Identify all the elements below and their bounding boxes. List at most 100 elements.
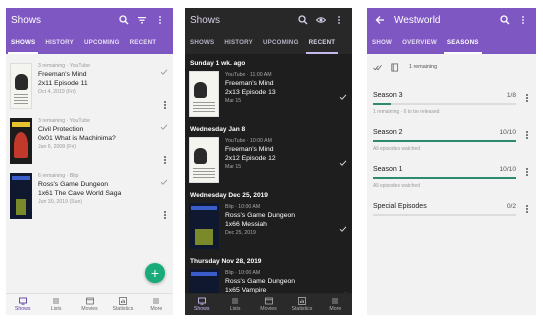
item-menu-icon[interactable] — [526, 131, 529, 139]
list-item[interactable]: YouTube · 11:00 AM Freeman's Mind 2x13 E… — [185, 69, 352, 124]
episode-date: Jan 6, 2008 (Fri) — [38, 144, 77, 150]
check-icon[interactable] — [160, 118, 168, 130]
search-icon[interactable] — [116, 12, 132, 28]
list-item[interactable]: YouTube · 10:00 AM Freeman's Mind 2x12 E… — [185, 135, 352, 190]
show-name: Freeman's Mind — [38, 71, 87, 78]
tab-recent[interactable]: RECENT — [125, 32, 162, 54]
episode-meta: Blip · 10:00 AM — [225, 270, 261, 276]
season-name: Season 1 — [373, 166, 403, 173]
nav-shows[interactable]: Shows — [185, 294, 218, 315]
item-menu-icon[interactable] — [164, 156, 167, 164]
collection-icon[interactable] — [390, 62, 399, 72]
statistics-icon — [298, 297, 306, 305]
nav-label: Shows — [193, 306, 210, 312]
tab-upcoming[interactable]: UPCOMING — [258, 32, 304, 54]
search-icon[interactable] — [295, 12, 311, 28]
tab-history[interactable]: HISTORY — [219, 32, 258, 54]
eye-icon[interactable] — [313, 12, 329, 28]
nav-movies[interactable]: Movies — [252, 294, 285, 315]
tab-seasons[interactable]: SEASONS — [442, 32, 484, 54]
tab-upcoming[interactable]: UPCOMING — [79, 32, 125, 54]
season-row[interactable]: Season 1 10/10 All episodes watched — [367, 154, 536, 191]
item-menu-icon[interactable] — [164, 101, 167, 109]
season-row[interactable]: Season 3 1/8 1 remaining · 6 to be relea… — [367, 80, 536, 117]
check-icon[interactable] — [160, 63, 168, 75]
episode-date: Oct 4, 2019 (Fri) — [38, 89, 76, 95]
menu-icon — [332, 298, 339, 304]
nav-more[interactable]: More — [319, 294, 352, 315]
episode-title: 2x13 Episode 13 — [225, 89, 276, 96]
list-item[interactable]: 6 remaining · Blip Ross's Game Dungeon 1… — [6, 170, 173, 225]
filter-icon[interactable] — [134, 12, 150, 28]
phone-seasons: Westworld SHOW OVERVIEW SEASONS 1 remain… — [367, 8, 536, 315]
search-icon[interactable] — [497, 12, 513, 28]
statistics-icon — [119, 297, 127, 305]
season-count: 10/10 — [499, 166, 516, 173]
recent-list: Sunday 1 wk. ago YouTube · 11:00 AM Free… — [185, 58, 352, 315]
item-menu-icon[interactable] — [526, 168, 529, 176]
tab-recent[interactable]: RECENT — [304, 32, 341, 54]
nav-lists[interactable]: Lists — [39, 294, 72, 315]
season-row[interactable]: Season 2 10/10 All episodes watched — [367, 117, 536, 154]
overflow-menu-icon[interactable] — [515, 12, 531, 28]
nav-label: More — [329, 306, 342, 312]
mark-all-watched-icon[interactable] — [373, 63, 382, 72]
tab-bar: SHOWS HISTORY UPCOMING RECENT — [6, 32, 173, 54]
freemans-mind-poster — [189, 137, 219, 183]
overflow-menu-icon[interactable] — [152, 12, 168, 28]
nav-statistics[interactable]: Statistics — [106, 294, 139, 315]
episode-meta: YouTube · 10:00 AM — [225, 138, 272, 144]
tab-history[interactable]: HISTORY — [40, 32, 79, 54]
nav-shows[interactable]: Shows — [6, 294, 39, 315]
season-progress — [373, 214, 516, 216]
nav-label: Movies — [81, 306, 98, 312]
day-header: Thursday Nov 28, 2019 — [190, 258, 262, 265]
check-icon[interactable] — [339, 220, 347, 232]
list-item[interactable]: 3 remaining · YouTube Freeman's Mind 2x1… — [6, 60, 173, 115]
item-menu-icon[interactable] — [164, 211, 167, 219]
season-progress — [373, 140, 516, 142]
add-show-button[interactable]: + — [145, 263, 165, 283]
day-header: Wednesday Jan 8 — [190, 126, 246, 133]
bottom-nav: Shows Lists Movies Statistics More — [6, 293, 173, 315]
check-icon[interactable] — [339, 88, 347, 100]
app-bar: Westworld — [367, 8, 536, 32]
nav-statistics[interactable]: Statistics — [285, 294, 318, 315]
item-menu-icon[interactable] — [526, 94, 529, 102]
overflow-menu-icon[interactable] — [331, 12, 347, 28]
season-progress-fill — [373, 103, 391, 105]
season-name: Season 3 — [373, 92, 403, 99]
show-meta: 3 remaining · YouTube — [38, 118, 91, 124]
next-episode: 1x61 The Cave World Saga — [38, 190, 122, 197]
app-bar: Shows — [6, 8, 173, 32]
list-icon — [53, 298, 60, 304]
list-icon — [232, 298, 239, 304]
nav-label: Statistics — [112, 306, 134, 312]
ross-game-dungeon-poster — [10, 173, 32, 219]
check-icon[interactable] — [160, 173, 168, 185]
next-episode: 0x01 What is Machinima? — [38, 135, 116, 142]
nav-movies[interactable]: Movies — [73, 294, 106, 315]
show-title: Westworld — [394, 14, 441, 26]
show-name: Freeman's Mind — [225, 80, 274, 87]
list-item[interactable]: 3 remaining · YouTube Civil Protection 0… — [6, 115, 173, 170]
back-arrow-icon[interactable] — [372, 12, 388, 28]
nav-lists[interactable]: Lists — [218, 294, 251, 315]
tab-show[interactable]: SHOW — [367, 32, 397, 54]
tab-overview[interactable]: OVERVIEW — [397, 32, 442, 54]
item-menu-icon[interactable] — [526, 205, 529, 213]
season-row[interactable]: Special Episodes 0/2 — [367, 191, 536, 228]
app-bar: Shows — [185, 8, 352, 32]
show-name: Ross's Game Dungeon — [225, 212, 296, 219]
check-icon[interactable] — [339, 154, 347, 166]
list-item[interactable]: Blip · 10:00 AM Ross's Game Dungeon 1x66… — [185, 201, 352, 256]
tab-shows[interactable]: SHOWS — [185, 32, 219, 54]
nav-label: Shows — [14, 306, 31, 312]
show-name: Ross's Game Dungeon — [225, 278, 296, 285]
show-name: Freeman's Mind — [225, 146, 274, 153]
show-meta: 3 remaining · YouTube — [38, 63, 91, 69]
season-progress — [373, 103, 516, 105]
freemans-mind-poster — [10, 63, 32, 109]
tab-shows[interactable]: SHOWS — [6, 32, 40, 54]
nav-more[interactable]: More — [140, 294, 173, 315]
